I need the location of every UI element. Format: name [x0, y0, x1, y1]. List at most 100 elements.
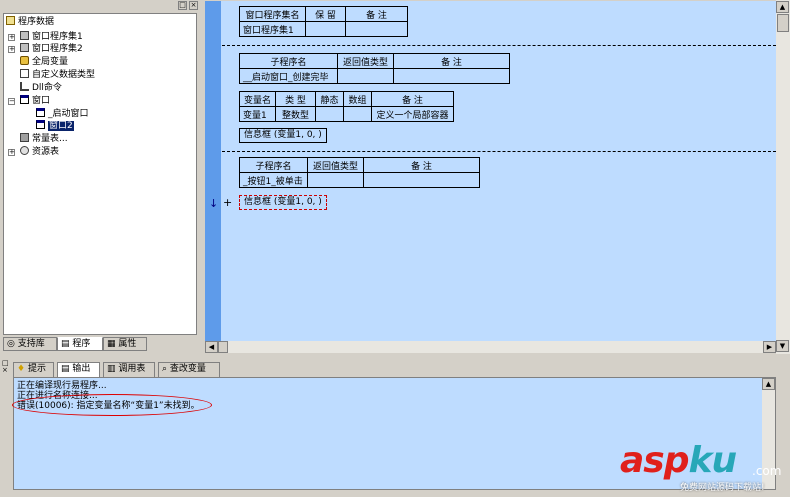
tree-item-label: 资源表	[32, 147, 60, 157]
table-header: 变量名	[239, 91, 276, 107]
table-row[interactable]: 变量1 整数型 定义一个局部容器	[239, 106, 454, 122]
table-header-row: 窗口程序集名 保 留 备 注	[239, 6, 408, 22]
tree-item-label: 窗口程序集1	[32, 32, 83, 42]
table-header: 返回值类型	[337, 53, 394, 69]
tab-label: 调用表	[118, 364, 146, 374]
table-cell[interactable]: 变量1	[239, 106, 276, 122]
tree-root-label: 程序数据	[18, 17, 55, 27]
library-icon: ◎	[7, 339, 15, 349]
tab-label: 查改变量	[169, 364, 206, 374]
close-icon[interactable]: ×	[2, 366, 8, 374]
lightbulb-icon: ♦	[17, 364, 26, 374]
scroll-thumb[interactable]	[777, 14, 789, 32]
folder-icon	[6, 16, 15, 25]
watermark-logo: aspku .com 免费网站源码下载站!	[600, 440, 790, 497]
tab-label: 程序	[72, 339, 91, 349]
output-icon: ▤	[61, 364, 70, 374]
table-row[interactable]: _按钮1_被单击	[239, 172, 480, 188]
brand-asp: asp	[620, 440, 689, 481]
resources-icon	[20, 146, 29, 155]
tab-hints[interactable]: ♦ 提示	[13, 362, 54, 377]
tab-output[interactable]: ▤ 输出	[57, 362, 100, 377]
table-cell[interactable]	[393, 68, 510, 84]
tree-item-resources[interactable]: 资源表	[20, 146, 59, 158]
tree-item-constants[interactable]: 常量表...	[20, 133, 68, 145]
table-cell[interactable]: _按钮1_被单击	[239, 172, 308, 188]
table-cell[interactable]: 整数型	[275, 106, 316, 122]
table-header-row: 子程序名 返回值类型 备 注	[239, 53, 510, 69]
table-cell[interactable]	[337, 68, 394, 84]
table-cell[interactable]: 定义一个局部容器	[371, 106, 454, 122]
tree-item-label: 常量表...	[32, 134, 68, 144]
scroll-down-icon[interactable]: ▼	[776, 340, 789, 352]
expand-icon[interactable]: +	[8, 149, 15, 156]
tab-label: 属性	[118, 339, 137, 349]
close-icon[interactable]: ×	[189, 1, 198, 10]
tree-root[interactable]: 程序数据	[6, 16, 54, 28]
table-header: 备 注	[363, 157, 480, 173]
tab-properties[interactable]: ▦ 属性	[103, 337, 147, 351]
horizontal-scrollbar[interactable]: ◀ ▶	[205, 341, 776, 353]
tree-item-custom-types[interactable]: 自定义数据类型	[20, 69, 95, 81]
variables-table: 变量名 类 型 静态 数组 备 注 变量1 整数型 定义一个局部容器	[239, 91, 454, 122]
properties-icon: ▦	[107, 339, 116, 349]
tree-item-dll[interactable]: Dll命令	[20, 82, 62, 94]
tab-watch-variables[interactable]: ⌕ 查改变量	[158, 362, 220, 377]
expand-icon[interactable]: +	[8, 46, 15, 53]
tree-item-label: 窗口	[32, 96, 51, 106]
table-cell[interactable]	[305, 21, 346, 37]
tree-item-window2[interactable]: 窗口2	[36, 120, 74, 132]
code-statement[interactable]: 信息框 (变量1, 0, )	[239, 128, 327, 143]
project-tree: 程序数据 + 窗口程序集1 + 窗口程序集2 全局变量 自定义数据类型 Dll命…	[3, 13, 197, 335]
tab-program[interactable]: ▤ 程序	[57, 337, 103, 351]
scroll-up-icon[interactable]: ▲	[762, 378, 775, 390]
table-header: 数组	[343, 91, 372, 107]
editor-gutter	[205, 1, 221, 342]
table-cell[interactable]	[363, 172, 480, 188]
call-table-icon: ▥	[107, 364, 116, 374]
lock-icon	[20, 56, 29, 65]
tree-item-assembly1[interactable]: 窗口程序集1	[20, 31, 83, 43]
table-header-row: 变量名 类 型 静态 数组 备 注	[239, 91, 454, 107]
brand-ku: ku	[688, 440, 738, 481]
module-icon	[20, 31, 29, 40]
tree-item-assembly2[interactable]: 窗口程序集2	[20, 43, 83, 55]
type-icon	[20, 69, 29, 78]
table-header: 静态	[315, 91, 344, 107]
window-icon	[20, 95, 29, 104]
table-cell[interactable]: 窗口程序集1	[239, 21, 306, 37]
brand-com: .com	[752, 464, 782, 478]
current-line-arrow-icon: ↓	[209, 197, 219, 210]
tree-item-label: Dll命令	[32, 83, 62, 93]
expand-icon[interactable]: +	[8, 34, 15, 41]
tree-item-startup-window[interactable]: _启动窗口	[36, 108, 89, 120]
hscroll-thumb[interactable]	[218, 341, 228, 353]
table-cell[interactable]	[345, 21, 408, 37]
panel-controls: □ ×	[2, 360, 9, 374]
tab-support-library[interactable]: ◎ 支持库	[3, 337, 57, 351]
scroll-up-icon[interactable]: ▲	[776, 1, 789, 13]
collapse-icon[interactable]: −	[8, 98, 15, 105]
section-divider	[222, 45, 776, 46]
window-icon	[36, 108, 45, 117]
table-row[interactable]: __启动窗口_创建完毕	[239, 68, 510, 84]
scroll-right-icon[interactable]: ▶	[763, 341, 776, 353]
output-line: 正在编译现行易程序...	[17, 381, 107, 391]
table-row[interactable]: 窗口程序集1	[239, 21, 408, 37]
table-header: 备 注	[345, 6, 408, 22]
tab-call-stack[interactable]: ▥ 调用表	[103, 362, 155, 377]
restore-icon[interactable]: □	[178, 1, 187, 10]
constants-icon	[20, 133, 29, 142]
search-icon: ⌕	[162, 364, 168, 374]
tree-item-global-vars[interactable]: 全局变量	[20, 56, 68, 68]
scroll-left-icon[interactable]: ◀	[205, 341, 218, 353]
add-line-icon[interactable]: +	[223, 196, 232, 209]
table-cell[interactable]	[343, 106, 372, 122]
table-cell[interactable]	[307, 172, 364, 188]
left-tabs: ◎ 支持库 ▤ 程序 ▦ 属性	[3, 337, 197, 351]
tree-item-windows[interactable]: 窗口	[20, 95, 50, 107]
table-cell[interactable]: __启动窗口_创建完毕	[239, 68, 338, 84]
table-cell[interactable]	[315, 106, 344, 122]
code-statement-current[interactable]: 信息框 (变量1, 0, )	[239, 195, 327, 210]
vertical-scrollbar[interactable]: ▲ ▼	[776, 0, 790, 354]
